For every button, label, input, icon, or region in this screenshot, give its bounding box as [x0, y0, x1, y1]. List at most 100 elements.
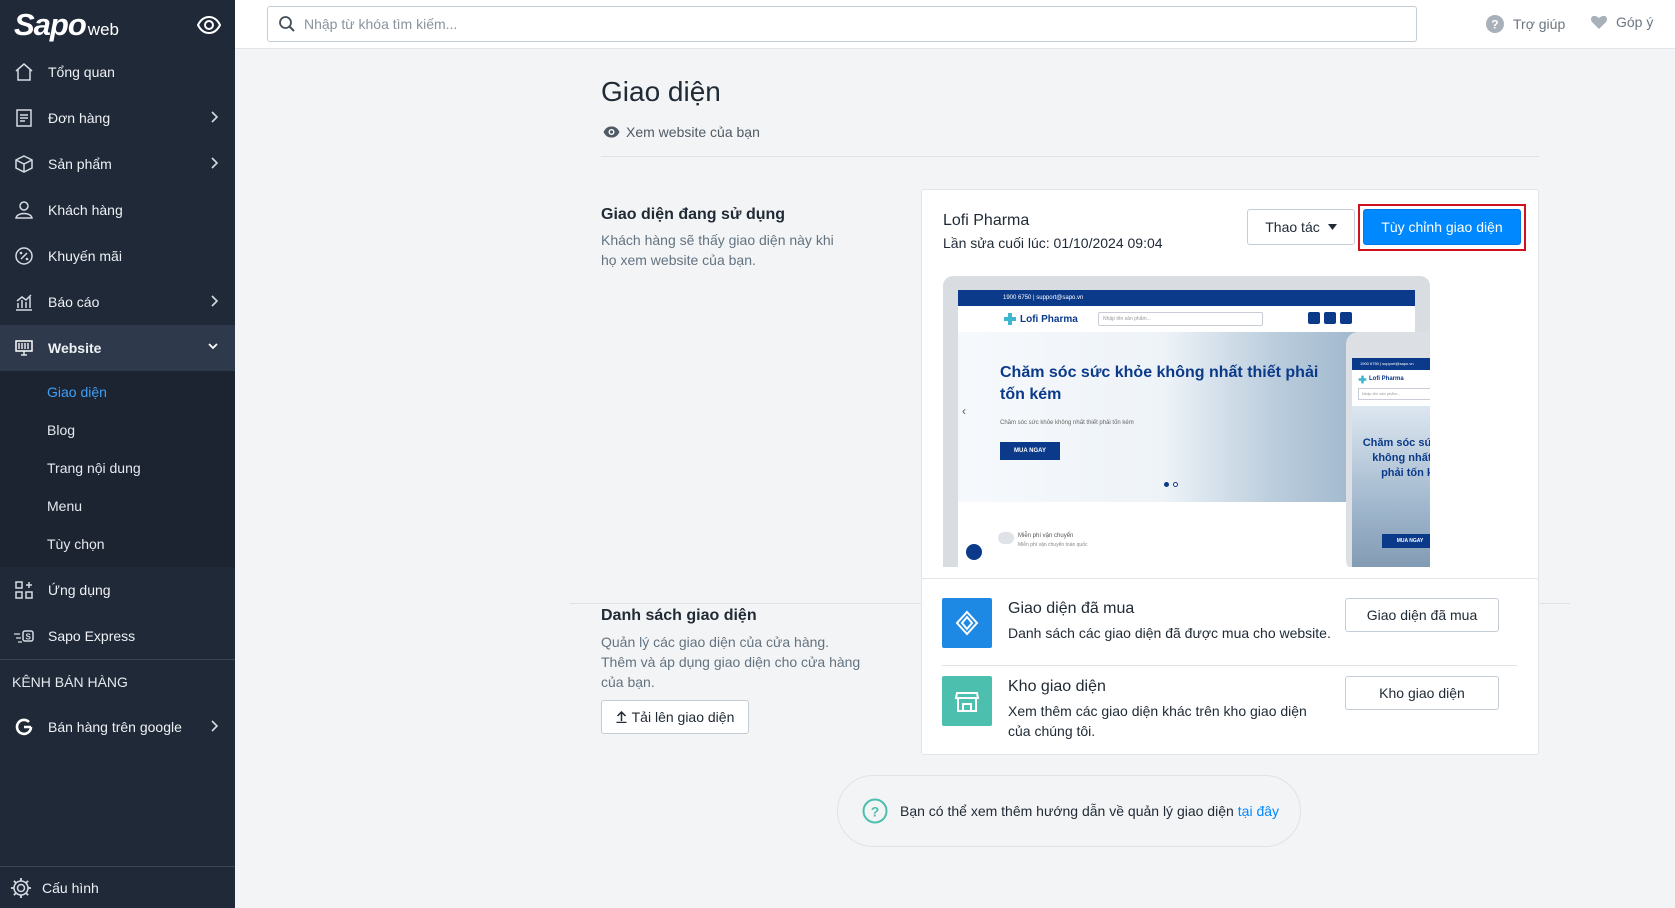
- actions-dropdown[interactable]: Thao tác: [1247, 209, 1355, 245]
- phone-hero-button: MUA NGAY: [1382, 534, 1430, 548]
- theme-preview[interactable]: 1900 6750 | support@sapo.vn Lofi Pharma …: [943, 276, 1430, 567]
- chevron-right-icon: [209, 110, 219, 124]
- phone-hero-title: Chăm sóc sức khỏe không nhất thiết phải …: [1362, 437, 1430, 479]
- sidebar-item-google[interactable]: Bán hàng trên google: [0, 704, 235, 750]
- preview-shipping: Miễn phí vận chuyển Miễn phí vận chuyển …: [1018, 532, 1088, 550]
- help-banner: ? Bạn có thể xem thêm hướng dẫn về quản …: [837, 775, 1301, 847]
- theme-list-card: Giao diện đã mua Danh sách các giao diện…: [921, 578, 1539, 755]
- help-icon: ?: [1485, 14, 1505, 34]
- help-button[interactable]: ? Trợ giúp: [1485, 14, 1565, 34]
- main-content: Giao diện Xem website của bạn Giao diện …: [235, 50, 1675, 908]
- theme-last-edited: Lần sửa cuối lúc: 01/10/2024 09:04: [943, 235, 1163, 251]
- caret-down-icon: [1327, 224, 1337, 230]
- preview-logo-text: Lofi Pharma: [1020, 313, 1078, 325]
- customize-theme-button[interactable]: Tùy chỉnh giao diện: [1363, 209, 1521, 245]
- sidebar-item-customers[interactable]: Khách hàng: [0, 187, 235, 233]
- phone-mockup: 1900 6750 | support@sapo.vn Lofi Pharma …: [1346, 332, 1430, 567]
- sidebar-item-website[interactable]: Website: [0, 325, 235, 371]
- phone-hero: Chăm sóc sức khỏe không nhất thiết phải …: [1352, 406, 1430, 567]
- sidebar-item-label: Sapo Express: [48, 628, 136, 644]
- customer-icon: [12, 198, 36, 222]
- sales-channels-heading: KÊNH BÁN HÀNG: [12, 674, 128, 690]
- phone-logo: Lofi Pharma: [1358, 375, 1404, 384]
- apps-icon: [12, 578, 36, 602]
- sidebar-sub-blog[interactable]: Blog: [0, 411, 235, 449]
- view-website-link[interactable]: Xem website của bạn: [603, 124, 760, 140]
- help-link[interactable]: tại đây: [1238, 803, 1279, 819]
- sidebar-item-label: Đơn hàng: [48, 110, 111, 126]
- feedback-button[interactable]: Góp ý: [1590, 14, 1653, 30]
- svg-text:?: ?: [1491, 18, 1498, 32]
- preview-slider-dots: [1164, 482, 1178, 487]
- sidebar-item-orders[interactable]: Đơn hàng: [0, 95, 235, 141]
- chevron-right-icon: [209, 719, 219, 733]
- cross-logo-icon: [1004, 313, 1016, 325]
- theme-store-button[interactable]: Kho giao diện: [1345, 676, 1499, 710]
- upload-theme-button[interactable]: Tải lên giao diện: [601, 700, 749, 734]
- sidebar-item-label: Khách hàng: [48, 202, 123, 218]
- sidebar-sub-pages[interactable]: Trang nội dung: [0, 449, 235, 487]
- theme-name: Lofi Pharma: [943, 212, 1030, 229]
- sidebar-item-apps[interactable]: Ứng dụng: [0, 567, 235, 613]
- current-theme-description: Khách hàng sẽ thấy giao diện này khi họ …: [601, 232, 834, 268]
- svg-text:?: ?: [871, 804, 880, 820]
- sidebar-item-overview[interactable]: Tổng quan: [0, 49, 235, 95]
- truck-icon: [998, 532, 1014, 544]
- sapo-web-logo[interactable]: Sapo web: [14, 7, 119, 43]
- express-icon: S: [12, 624, 36, 648]
- sidebar-item-express[interactable]: S Sapo Express: [0, 613, 235, 659]
- purchased-themes-button[interactable]: Giao diện đã mua: [1345, 598, 1499, 632]
- preview-header: Lofi Pharma Nhập tên sản phẩm...: [958, 306, 1415, 332]
- theme-store-row: Kho giao diện Xem thêm các giao diện khá…: [942, 676, 1517, 754]
- sidebar-item-label: Sản phẩm: [48, 156, 112, 172]
- report-icon: [12, 290, 36, 314]
- divider: [942, 665, 1517, 666]
- preview-logo: Lofi Pharma: [1003, 312, 1078, 326]
- preview-hero-subtitle: Chăm sóc sức khỏe không nhất thiết phải …: [1000, 420, 1134, 426]
- sidebar-sub-options[interactable]: Tùy chọn: [0, 525, 235, 563]
- eye-icon[interactable]: [197, 13, 221, 37]
- upload-label: Tải lên giao diện: [631, 709, 735, 725]
- google-icon: [12, 715, 36, 739]
- theme-list-description: Quản lý các giao diện của cửa hàng. Thêm…: [601, 634, 861, 690]
- logo-bar: Sapo web: [0, 0, 235, 49]
- sidebar-item-products[interactable]: Sản phẩm: [0, 141, 235, 187]
- bell-icon: [966, 544, 982, 560]
- shipping-title: Miễn phí vận chuyển: [1018, 533, 1074, 539]
- sidebar-item-label: Bán hàng trên google: [48, 719, 182, 735]
- search-input[interactable]: [304, 16, 1404, 32]
- chevron-right-icon: [209, 156, 219, 170]
- preview-hero-title: Chăm sóc sức khỏe không nhất thiết phải …: [1000, 364, 1319, 403]
- sidebar-item-promotions[interactable]: Khuyến mãi: [0, 233, 235, 279]
- order-icon: [12, 106, 36, 130]
- phone-topstrip: 1900 6750 | support@sapo.vn: [1352, 358, 1430, 370]
- sidebar-sub-themes[interactable]: Giao diện: [0, 373, 235, 411]
- logo-main-text: Sapo: [14, 6, 87, 42]
- discount-icon: [12, 244, 36, 268]
- current-theme-card: Lofi Pharma Lần sửa cuối lúc: 01/10/2024…: [921, 189, 1539, 588]
- sidebar: Sapo web Tổng quan Đơn hàng Sản phẩm Khá…: [0, 0, 235, 908]
- website-submenu: Giao diện Blog Trang nội dung Menu Tùy c…: [0, 371, 235, 567]
- actions-label: Thao tác: [1265, 219, 1320, 235]
- purchased-themes-title: Giao diện đã mua: [1008, 600, 1135, 617]
- chevron-right-icon: [209, 294, 219, 308]
- sidebar-sub-menu[interactable]: Menu: [0, 487, 235, 525]
- phone-screen: 1900 6750 | support@sapo.vn Lofi Pharma …: [1352, 358, 1430, 567]
- top-bar: ? Trợ giúp Góp ý: [235, 0, 1675, 49]
- website-icon: [12, 336, 36, 360]
- sidebar-item-label: Ứng dụng: [48, 582, 111, 598]
- chevron-down-icon: [207, 340, 219, 352]
- purchased-themes-description: Danh sách các giao diện đã được mua cho …: [1008, 625, 1331, 641]
- preview-header-icons: [1308, 312, 1352, 324]
- theme-list-heading: Danh sách giao diện: [601, 607, 757, 624]
- gear-icon: [10, 877, 32, 899]
- home-icon: [12, 60, 36, 84]
- preview-search: Nhập tên sản phẩm...: [1098, 312, 1263, 326]
- sidebar-item-reports[interactable]: Báo cáo: [0, 279, 235, 325]
- page-title: Giao diện: [601, 76, 721, 107]
- sidebar-item-settings[interactable]: Cấu hình: [0, 866, 235, 908]
- view-website-label: Xem website của bạn: [626, 124, 760, 140]
- phone-header: Lofi Pharma: [1352, 370, 1430, 388]
- search-box[interactable]: [267, 6, 1417, 42]
- diamond-icon: [942, 598, 992, 648]
